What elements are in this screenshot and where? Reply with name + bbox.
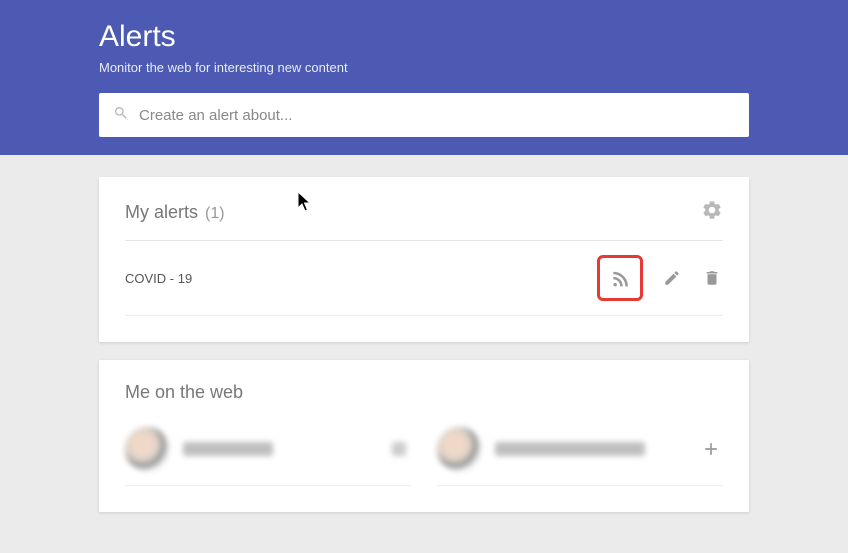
page-header: Alerts Monitor the web for interesting n… <box>0 0 848 155</box>
my-alerts-card: My alerts (1) COVID - 19 <box>99 177 749 342</box>
add-button[interactable] <box>699 437 723 461</box>
search-input[interactable] <box>139 107 735 124</box>
page-title: Alerts <box>99 20 749 54</box>
web-item[interactable] <box>125 427 411 486</box>
avatar <box>125 427 169 471</box>
web-item-label <box>495 442 645 456</box>
rss-button[interactable] <box>597 255 643 301</box>
alerts-count: (1) <box>205 205 225 222</box>
delete-button[interactable] <box>701 267 723 289</box>
trash-icon <box>703 269 721 287</box>
me-on-web-title: Me on the web <box>125 382 243 403</box>
rss-icon <box>610 268 630 288</box>
edit-button[interactable] <box>661 267 683 289</box>
alert-row: COVID - 19 <box>125 241 723 316</box>
web-item-action[interactable] <box>387 437 411 461</box>
plus-icon <box>701 439 721 459</box>
my-alerts-title: My alerts (1) <box>125 202 225 223</box>
search-box[interactable] <box>99 93 749 137</box>
page-subtitle: Monitor the web for interesting new cont… <box>99 60 749 75</box>
web-item-label <box>183 442 273 456</box>
me-on-web-card: Me on the web <box>99 360 749 512</box>
pencil-icon <box>663 269 681 287</box>
search-icon <box>113 105 139 126</box>
web-item[interactable] <box>437 427 723 486</box>
avatar <box>437 427 481 471</box>
alert-name[interactable]: COVID - 19 <box>125 271 192 286</box>
settings-button[interactable] <box>701 199 723 226</box>
